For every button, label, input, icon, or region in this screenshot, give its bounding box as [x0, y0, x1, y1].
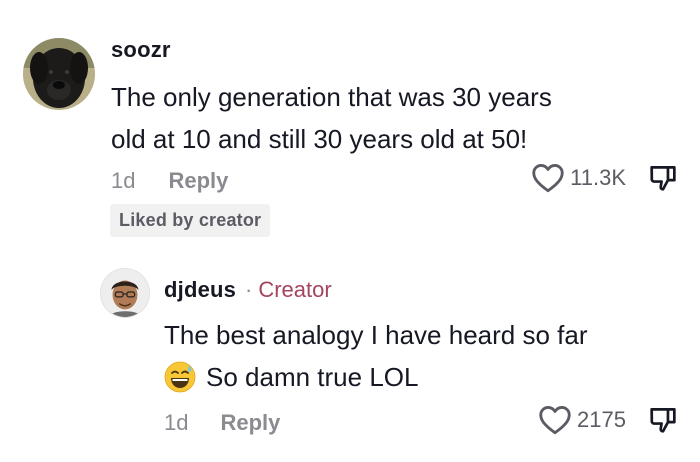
comment-line: So damn true LOL [206, 362, 419, 392]
separator-dot: · [245, 277, 253, 302]
liked-by-creator-badge: Liked by creator [110, 204, 271, 237]
heart-icon[interactable] [530, 160, 566, 196]
thumbs-down-icon[interactable] [646, 161, 680, 195]
heart-icon[interactable] [537, 402, 573, 438]
like-controls: 2175 [537, 402, 680, 438]
timestamp: 1d [164, 410, 189, 435]
reply-item: djdeus · Creator The best analogy I have … [0, 250, 700, 462]
comment-meta: 1d Reply [111, 168, 228, 194]
dog-avatar-icon [23, 38, 95, 110]
username[interactable]: djdeus [164, 277, 236, 303]
creator-tag: · Creator [245, 277, 332, 303]
comment-line: old at 10 and still 30 years old at 50! [111, 124, 528, 154]
thumbs-down-icon[interactable] [646, 403, 680, 437]
timestamp: 1d [111, 168, 136, 193]
comment-text: The best analogy I have heard so far So … [164, 314, 588, 398]
comment-meta: 1d Reply [164, 410, 280, 436]
creator-label: Creator [258, 277, 332, 302]
like-controls: 11.3K [530, 160, 680, 196]
person-avatar-icon [101, 269, 149, 317]
reply-button[interactable]: Reply [220, 410, 280, 436]
avatar[interactable] [23, 38, 95, 110]
like-count: 2175 [577, 407, 626, 432]
comment-line: The best analogy I have heard so far [164, 320, 588, 350]
username[interactable]: soozr [111, 37, 171, 63]
comment-text: The only generation that was 30 years ol… [111, 76, 552, 160]
comment-line: The only generation that was 30 years [111, 82, 552, 112]
avatar[interactable] [100, 268, 150, 318]
grinning-sweat-emoji-icon [164, 361, 196, 393]
reply-button[interactable]: Reply [168, 168, 228, 194]
comment-line-with-emoji: So damn true LOL [164, 356, 588, 398]
like-count: 11.3K [570, 165, 626, 190]
comment-item: soozr The only generation that was 30 ye… [0, 0, 700, 245]
